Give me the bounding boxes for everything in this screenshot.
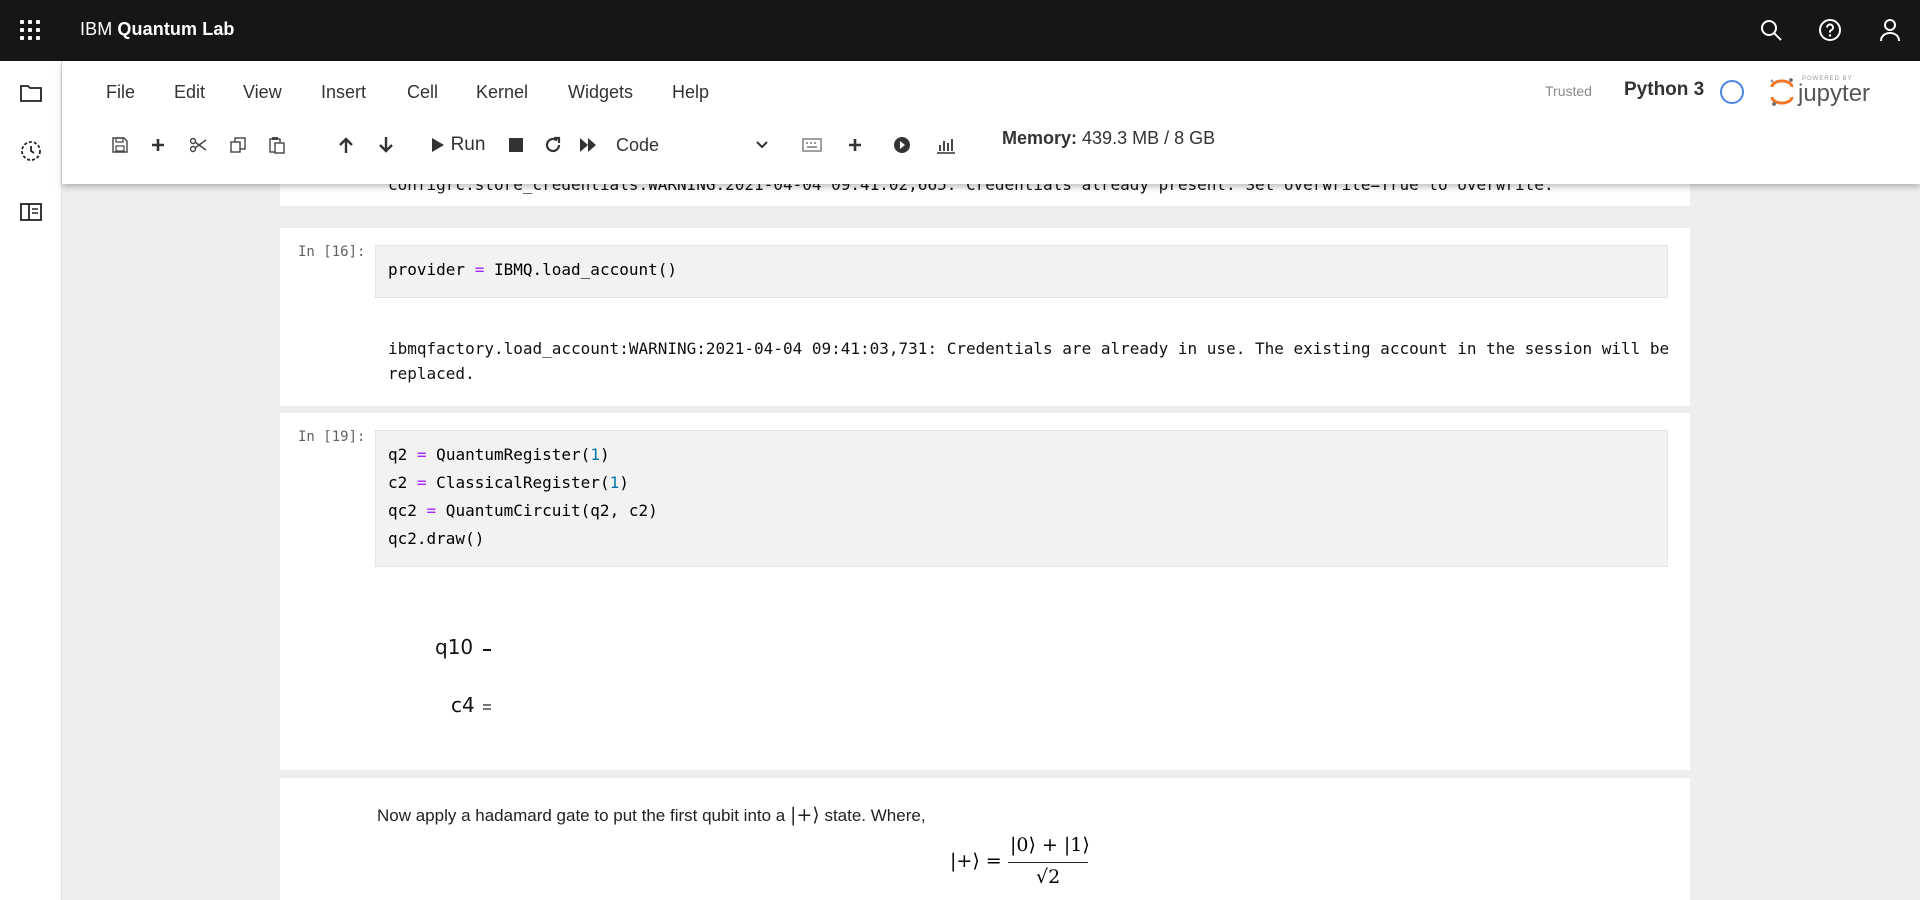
- cell-output: ibmqfactory.load_account:WARNING:2021-04…: [388, 339, 1670, 383]
- brand-name: Quantum Lab: [117, 19, 235, 39]
- menu-file[interactable]: File: [106, 82, 135, 103]
- prev-cell-output: configrc.store_credentials:WARNING:2021-…: [388, 184, 1554, 194]
- code-input[interactable]: q2 = QuantumRegister(1) c2 = ClassicalReg…: [375, 430, 1668, 567]
- md-text-after: state. Where,: [824, 806, 926, 825]
- brand-prefix: IBM: [80, 19, 113, 39]
- menu-widgets[interactable]: Widgets: [568, 82, 633, 103]
- restart-icon[interactable]: [541, 133, 565, 157]
- history-icon[interactable]: [19, 139, 43, 163]
- keyboard-icon[interactable]: [799, 133, 825, 157]
- code-input[interactable]: provider = IBMQ.load_account(): [375, 245, 1668, 298]
- cut-icon[interactable]: [186, 133, 210, 157]
- eq-lhs: |+⟩ =: [950, 850, 1002, 872]
- bar-chart-icon[interactable]: [933, 133, 959, 157]
- cell-type-value: Code: [616, 134, 660, 155]
- menu-edit[interactable]: Edit: [174, 82, 205, 103]
- ket-plus: |+⟩: [789, 804, 820, 826]
- cell-prompt: In [16]:: [298, 244, 366, 260]
- classical-wire: [483, 704, 491, 710]
- help-icon[interactable]: [1818, 18, 1842, 42]
- memory-label: Memory:: [1002, 128, 1078, 148]
- qubit-wire: [483, 649, 491, 651]
- user-icon[interactable]: [1878, 18, 1902, 42]
- run-label: Run: [450, 134, 486, 155]
- move-down-icon[interactable]: [374, 133, 398, 157]
- prev-cell: configrc.store_credentials:WARNING:2021-…: [280, 184, 1690, 206]
- chevron-down-icon: [756, 141, 768, 149]
- qubit-label: q10: [435, 635, 474, 659]
- trusted-indicator[interactable]: Trusted: [1545, 83, 1592, 99]
- notebook-area: configrc.store_credentials:WARNING:2021-…: [62, 184, 1920, 900]
- add-cell-icon[interactable]: [146, 133, 170, 157]
- top-header: IBM Quantum Lab: [0, 0, 1920, 61]
- restart-run-all-icon[interactable]: [576, 133, 600, 157]
- folder-icon[interactable]: [19, 81, 43, 105]
- play-icon: [431, 138, 444, 152]
- copy-icon[interactable]: [226, 133, 250, 157]
- run-button[interactable]: Run: [424, 133, 492, 157]
- paste-icon[interactable]: [265, 133, 289, 157]
- brand-title[interactable]: IBM Quantum Lab: [80, 19, 235, 40]
- menu-view[interactable]: View: [243, 82, 282, 103]
- app-switcher-icon[interactable]: [18, 18, 42, 42]
- md-text-before: Now apply a hadamard gate to put the fir…: [377, 806, 786, 825]
- stop-icon[interactable]: [504, 133, 528, 157]
- jupyter-logo[interactable]: POWERED BY jupyter: [1768, 75, 1878, 109]
- menu-cell[interactable]: Cell: [407, 82, 438, 103]
- move-up-icon[interactable]: [334, 133, 358, 157]
- jupyter-logo-text: jupyter: [1798, 80, 1871, 107]
- kernel-status-icon: [1720, 80, 1744, 104]
- search-icon[interactable]: [1759, 18, 1783, 42]
- side-rail: [0, 61, 62, 900]
- kernel-name[interactable]: Python 3: [1624, 79, 1704, 101]
- notebook-header: File Edit View Insert Cell Kernel Widget…: [62, 61, 1920, 184]
- save-icon[interactable]: [108, 133, 132, 157]
- cell-prompt: In [19]:: [298, 429, 366, 445]
- code-cell-16[interactable]: In [16]: provider = IBMQ.load_account() …: [280, 228, 1690, 406]
- code-cell-19[interactable]: In [19]: q2 = QuantumRegister(1) c2 = Cla…: [280, 413, 1690, 770]
- record-icon[interactable]: [890, 133, 914, 157]
- menu-kernel[interactable]: Kernel: [476, 82, 528, 103]
- markdown-paragraph: Now apply a hadamard gate to put the fir…: [377, 804, 926, 826]
- panel-icon[interactable]: [19, 200, 43, 224]
- menu-insert[interactable]: Insert: [321, 82, 366, 103]
- memory-usage: Memory: 439.3 MB / 8 GB: [1002, 128, 1215, 149]
- menu-help[interactable]: Help: [672, 82, 709, 103]
- classical-label: c4: [451, 693, 475, 717]
- eq-numerator: |0⟩ + |1⟩: [1010, 834, 1090, 856]
- eq-denominator: √2: [1036, 866, 1061, 888]
- fraction-bar: [1008, 862, 1088, 863]
- memory-value: 439.3 MB / 8 GB: [1082, 128, 1216, 148]
- markdown-cell[interactable]: Now apply a hadamard gate to put the fir…: [280, 778, 1690, 900]
- add-icon[interactable]: [843, 133, 867, 157]
- cell-type-select[interactable]: Code: [610, 131, 774, 159]
